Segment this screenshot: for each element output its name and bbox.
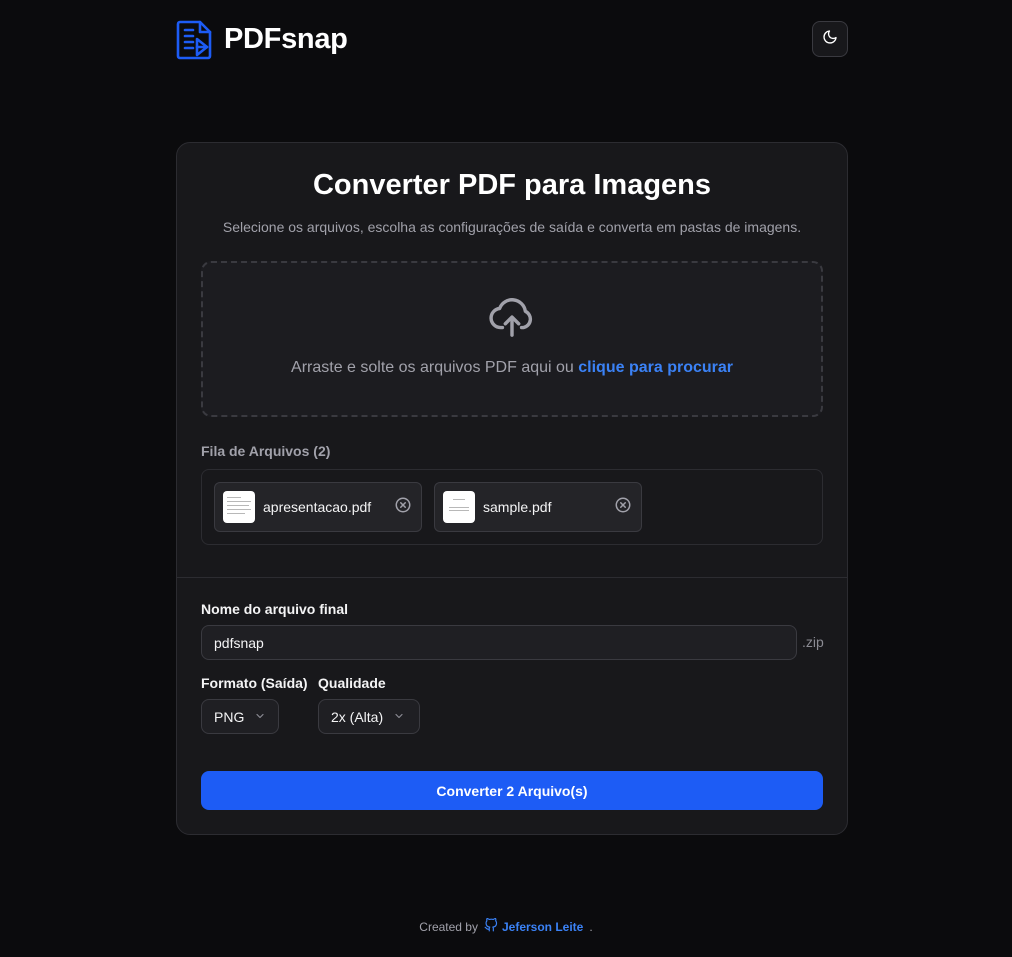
footer-suffix: . — [589, 919, 593, 934]
pdf-thumbnail — [443, 491, 475, 523]
file-queue-label: Fila de Arquivos (2) — [201, 443, 331, 459]
file-name: sample.pdf — [483, 499, 552, 515]
section-divider — [177, 577, 847, 578]
page-subtitle: Selecione os arquivos, escolha as config… — [222, 219, 802, 235]
format-select[interactable]: PNG — [201, 699, 279, 734]
document-image-icon — [176, 18, 214, 60]
moon-icon — [822, 29, 838, 50]
theme-toggle-button[interactable] — [812, 21, 848, 57]
converter-card: Converter PDF para Imagens Selecione os … — [176, 142, 848, 835]
dropzone-text: Arraste e solte os arquivos PDF aqui ou … — [291, 359, 733, 377]
github-icon — [484, 917, 498, 935]
remove-file-button[interactable] — [613, 497, 633, 517]
quality-select[interactable]: 2x (Alta) — [318, 699, 420, 734]
browse-link[interactable]: clique para procurar — [578, 359, 733, 376]
app-header: PDFsnap — [176, 18, 848, 60]
quality-label: Qualidade — [318, 675, 386, 691]
close-circle-icon — [614, 496, 632, 519]
pdf-thumbnail — [223, 491, 255, 523]
cloud-upload-icon — [489, 297, 535, 339]
chevron-down-icon — [254, 709, 266, 725]
app-name: PDFsnap — [224, 22, 348, 55]
file-name: apresentacao.pdf — [263, 499, 372, 515]
file-item[interactable]: apresentacao.pdf — [214, 482, 422, 532]
brand[interactable]: PDFsnap — [176, 18, 348, 60]
file-dropzone[interactable]: Arraste e solte os arquivos PDF aqui ou … — [201, 261, 823, 417]
format-value: PNG — [214, 708, 245, 725]
page-title: Converter PDF para Imagens — [312, 169, 712, 201]
footer-prefix: Created by — [419, 919, 478, 934]
author-link[interactable]: Jeferson Leite — [484, 917, 584, 935]
format-label: Formato (Saída) — [201, 675, 308, 691]
file-item[interactable]: sample.pdf — [434, 482, 642, 532]
footer: Created by Jeferson Leite . — [0, 917, 1012, 935]
close-circle-icon — [394, 496, 412, 519]
author-name: Jeferson Leite — [501, 919, 584, 934]
chevron-down-icon — [393, 709, 405, 725]
output-name-input[interactable] — [201, 625, 797, 660]
remove-file-button[interactable] — [393, 497, 413, 517]
quality-value: 2x (Alta) — [331, 708, 384, 725]
convert-button[interactable]: Converter 2 Arquivo(s) — [201, 771, 823, 810]
file-extension: .zip — [802, 634, 824, 650]
file-queue: apresentacao.pdf sample.pdf — [201, 469, 823, 545]
output-name-label: Nome do arquivo final — [201, 601, 349, 617]
dropzone-instruction: Arraste e solte os arquivos PDF aqui ou — [291, 359, 579, 376]
